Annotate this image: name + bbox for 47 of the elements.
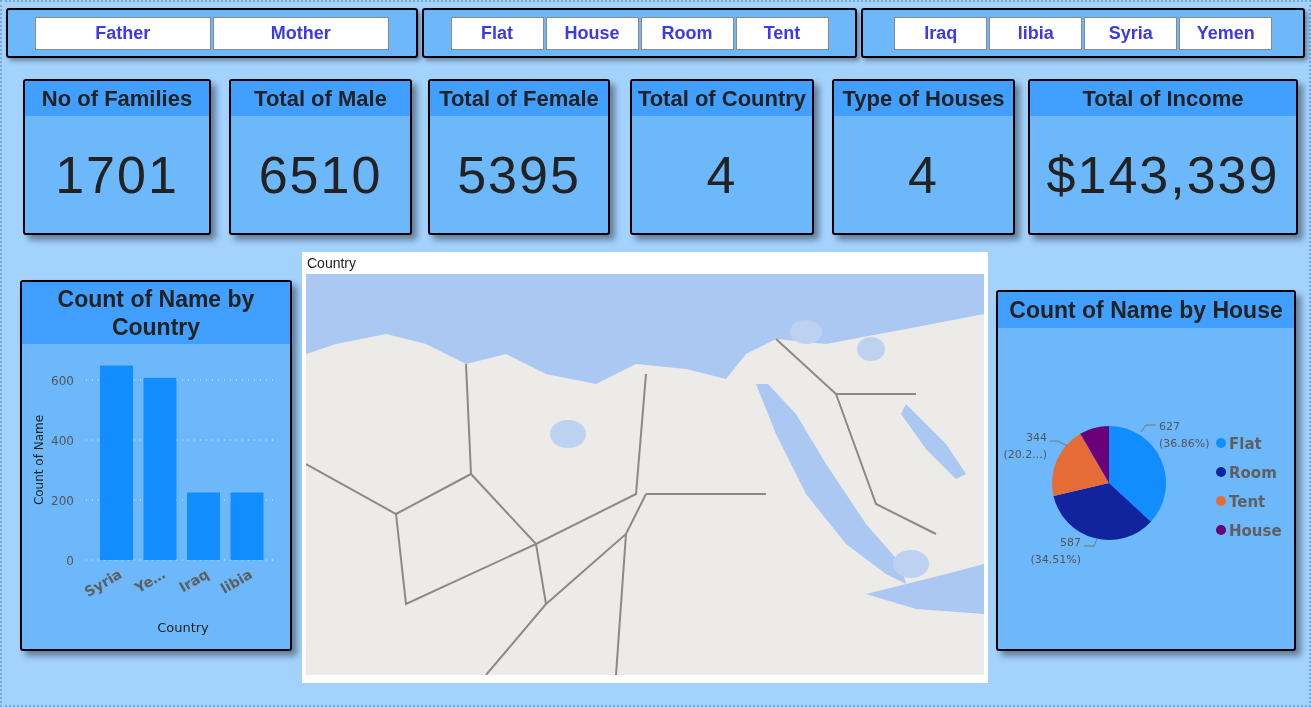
- tick-label: 400: [51, 434, 74, 448]
- card-value: 6510: [257, 144, 384, 206]
- legend-label: House: [1229, 522, 1282, 540]
- tick-label: 600: [51, 374, 74, 388]
- slicer-button[interactable]: Father: [34, 16, 211, 50]
- slicer-button[interactable]: libia: [989, 16, 1083, 50]
- slicer-button[interactable]: Tent: [735, 16, 829, 50]
- card-value: 1701: [54, 144, 180, 206]
- category-label: libia: [217, 565, 255, 597]
- card-title: Total of Female: [430, 81, 608, 116]
- tick-label: 200: [51, 494, 74, 508]
- legend-dot: [1216, 525, 1226, 535]
- legend-dot: [1216, 496, 1226, 506]
- chart-title: Count of Name by Country: [22, 282, 290, 344]
- tick-label: 0: [66, 554, 74, 568]
- legend-label: Room: [1229, 464, 1277, 482]
- legend-label: Tent: [1229, 493, 1266, 511]
- slicer-button[interactable]: House: [545, 16, 639, 50]
- chart-title: Count of Name by House: [998, 292, 1294, 328]
- data-label: 587 (34.51%): [1030, 536, 1098, 566]
- slicer-button[interactable]: Yemen: [1179, 16, 1273, 50]
- slicer-button[interactable]: Iraq: [894, 16, 988, 50]
- card-title: Total of Income: [1030, 81, 1296, 116]
- card-value: 5395: [456, 144, 582, 206]
- slicer-button[interactable]: Room: [640, 16, 734, 50]
- card-title: No of Families: [25, 81, 209, 116]
- data-label: 627 (36.86%): [1140, 420, 1210, 450]
- card-value: $143,339: [1045, 144, 1281, 206]
- legend-dot: [1216, 467, 1226, 477]
- data-label: 344 (20.2...): [1003, 431, 1068, 461]
- legend-label: Flat: [1229, 435, 1262, 453]
- category-label: Iraq: [176, 565, 212, 596]
- card-title: Total of Country: [632, 81, 812, 116]
- bar: [187, 492, 220, 560]
- card-value: 4: [705, 144, 739, 206]
- slicer-button[interactable]: Syria: [1084, 16, 1178, 50]
- card-title: Type of Houses: [834, 81, 1013, 116]
- bar: [230, 492, 264, 560]
- map-title: Country: [306, 254, 357, 273]
- card-title: Total of Male: [231, 81, 410, 116]
- axis-title: Count of Name: [32, 414, 46, 506]
- axis-title: Country: [157, 620, 209, 635]
- category-label: Ye…: [132, 565, 168, 596]
- slicer-button[interactable]: Mother: [212, 16, 389, 50]
- legend-dot: [1216, 438, 1226, 448]
- card-value: 4: [907, 144, 940, 206]
- slicer-button[interactable]: Flat: [450, 16, 544, 50]
